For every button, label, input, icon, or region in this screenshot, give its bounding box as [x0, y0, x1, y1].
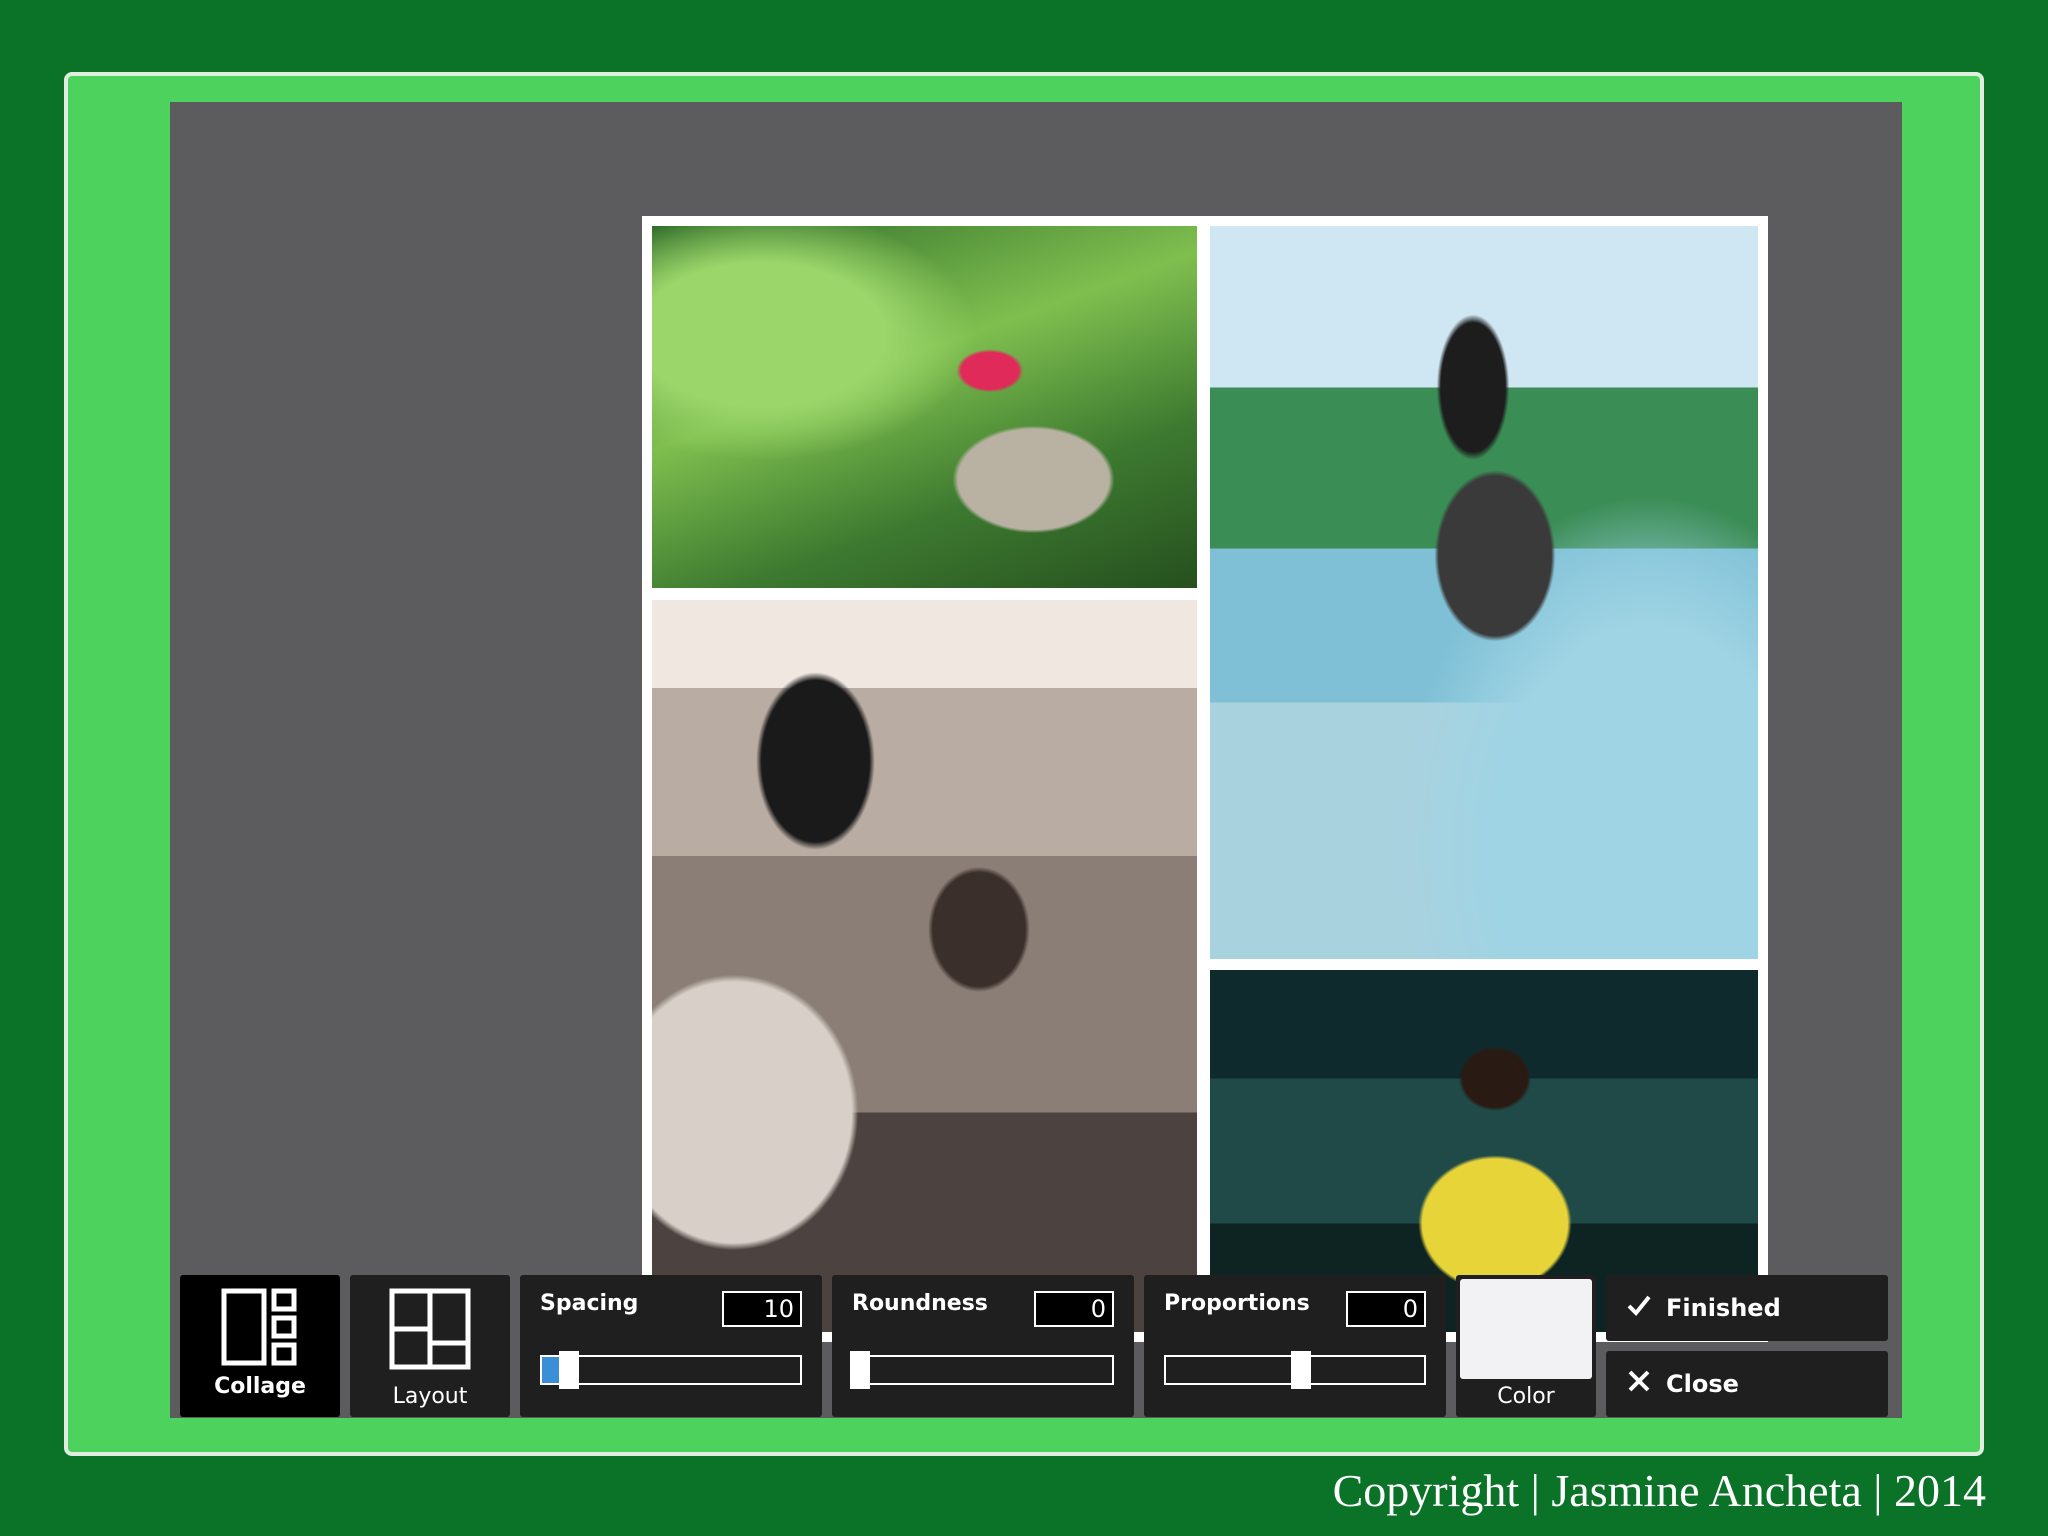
- finished-button[interactable]: Finished: [1606, 1275, 1888, 1341]
- collage-photo-garden[interactable]: [652, 226, 1197, 588]
- close-button[interactable]: Close: [1606, 1351, 1888, 1417]
- collage-button[interactable]: Collage: [180, 1275, 340, 1417]
- roundness-value-input[interactable]: 0: [1034, 1291, 1114, 1327]
- color-swatch: [1460, 1279, 1592, 1379]
- finished-label: Finished: [1666, 1294, 1781, 1322]
- collage-photo-office[interactable]: [652, 600, 1197, 1332]
- proportions-slider-thumb[interactable]: [1291, 1351, 1311, 1389]
- spacing-slider-thumb[interactable]: [558, 1351, 579, 1389]
- proportions-slider[interactable]: [1164, 1351, 1426, 1389]
- layout-button[interactable]: Layout: [350, 1275, 510, 1417]
- spacing-label: Spacing: [540, 1291, 639, 1316]
- collage-photo-wall[interactable]: [1210, 226, 1758, 959]
- roundness-slider[interactable]: [850, 1351, 1114, 1389]
- grid-layout-icon: [388, 1287, 472, 1375]
- x-icon: [1626, 1368, 1652, 1400]
- action-group: Finished Close: [1606, 1275, 1888, 1417]
- collage-label: Collage: [214, 1374, 306, 1399]
- collage-canvas: [642, 216, 1768, 1342]
- roundness-label: Roundness: [852, 1291, 988, 1316]
- close-label: Close: [1666, 1370, 1739, 1398]
- roundness-slider-thumb[interactable]: [850, 1351, 870, 1389]
- spacing-slider[interactable]: [540, 1351, 802, 1389]
- color-button[interactable]: Color: [1456, 1275, 1596, 1417]
- roundness-control: Roundness 0: [832, 1275, 1134, 1417]
- proportions-control: Proportions 0: [1144, 1275, 1446, 1417]
- layout-label: Layout: [392, 1384, 468, 1409]
- spacing-value-input[interactable]: 10: [722, 1291, 802, 1327]
- check-icon: [1626, 1292, 1652, 1324]
- copyright-text: Copyright | Jasmine Ancheta | 2014: [1332, 1465, 1986, 1516]
- collage-layout-icon: [220, 1287, 300, 1371]
- color-label: Color: [1497, 1384, 1555, 1409]
- proportions-label: Proportions: [1164, 1291, 1310, 1316]
- collage-workspace: [170, 102, 1902, 1418]
- proportions-value-input[interactable]: 0: [1346, 1291, 1426, 1327]
- spacing-control: Spacing 10: [520, 1275, 822, 1417]
